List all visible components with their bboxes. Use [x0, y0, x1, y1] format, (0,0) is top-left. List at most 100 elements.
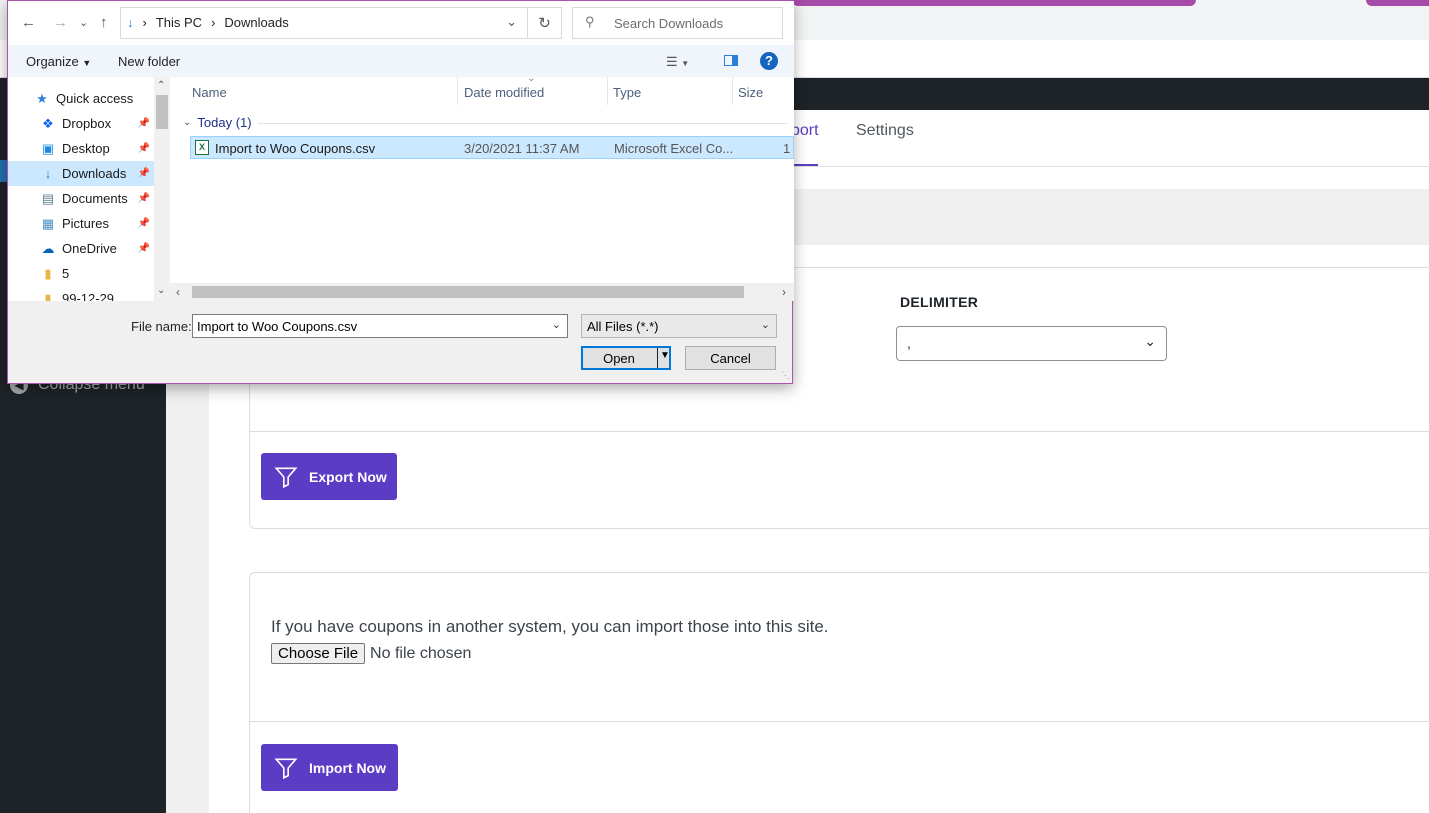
organize-button[interactable]: Organize ▼ — [26, 54, 91, 69]
breadcrumb-separator-icon: › — [211, 15, 216, 30]
file-name-field[interactable]: Import to Woo Coupons.csv ⌄ — [192, 314, 568, 338]
new-folder-button[interactable]: New folder — [118, 54, 180, 69]
pin-icon: 📌 — [137, 218, 150, 229]
pin-icon: 📌 — [137, 143, 150, 154]
export-now-button[interactable]: Export Now — [261, 453, 397, 500]
import-now-button[interactable]: Import Now — [261, 744, 398, 791]
column-separator[interactable] — [732, 77, 733, 105]
scrollbar-thumb[interactable] — [192, 286, 744, 298]
arrow-up-icon[interactable]: ↑ — [100, 14, 108, 31]
file-list-horizontal-scrollbar[interactable]: ‹ › — [170, 283, 794, 301]
breadcrumb-downloads[interactable]: Downloads — [224, 15, 288, 30]
open-button[interactable]: Open ▼ — [581, 346, 671, 370]
browser-tab[interactable] — [792, 0, 1196, 6]
sidebar-item-dropbox[interactable]: ❖ Dropbox 📌 — [8, 111, 154, 136]
navigation-pane: ★ Quick access ❖ Dropbox 📌 ▣ Desktop 📌 ↓… — [8, 77, 154, 301]
file-type-select[interactable]: All Files (*.*) ⌄ — [581, 314, 777, 338]
scroll-down-icon[interactable]: ⌄ — [157, 285, 165, 296]
sidebar-item-pictures[interactable]: ▦ Pictures 📌 — [8, 211, 154, 236]
column-separator[interactable] — [607, 77, 608, 105]
sidebar-item-onedrive[interactable]: ☁ OneDrive 📌 — [8, 236, 154, 261]
open-button-label: Open — [603, 351, 635, 366]
tab-import[interactable]: port — [791, 122, 819, 140]
sidebar-item-folder-99-12-29[interactable]: ▮ 99-12-29 — [8, 286, 154, 302]
arrow-right-icon[interactable]: → — [53, 14, 68, 31]
delimiter-value: , — [907, 335, 911, 351]
delimiter-label: DELIMITER — [900, 294, 979, 310]
address-bar[interactable]: ↓ › This PC › Downloads ⌄ — [120, 7, 528, 39]
browser-tab[interactable] — [1366, 0, 1429, 6]
delimiter-select[interactable]: , ⌄ — [896, 326, 1167, 361]
dropbox-icon: ❖ — [42, 115, 54, 131]
file-name-label: File name: — [131, 319, 192, 334]
split-divider — [657, 348, 658, 368]
preview-pane-icon[interactable] — [724, 55, 738, 66]
resize-grip-icon[interactable]: ⋱ — [781, 370, 790, 381]
sidebar-item-desktop[interactable]: ▣ Desktop 📌 — [8, 136, 154, 161]
search-icon: ⚲ — [585, 14, 595, 29]
column-header-date-modified[interactable]: Date modified — [464, 85, 544, 100]
card-divider — [250, 431, 1429, 432]
recent-locations-chevron-icon[interactable]: ⌄ — [79, 16, 88, 29]
star-icon: ★ — [36, 90, 48, 106]
refresh-button[interactable]: ↻ — [528, 7, 562, 39]
documents-icon: ▤ — [41, 190, 55, 206]
caret-down-icon: ▼ — [82, 58, 92, 68]
breadcrumb-separator-icon: › — [142, 15, 147, 30]
chevron-down-icon[interactable]: ⌄ — [506, 14, 517, 30]
scrollbar-thumb[interactable] — [156, 95, 168, 129]
file-size: 1 — [783, 141, 791, 156]
chevron-down-icon[interactable]: ⌄ — [552, 318, 561, 331]
chevron-down-icon: ⌄ — [1144, 333, 1156, 349]
scroll-left-icon[interactable]: ‹ — [176, 285, 180, 299]
cancel-button[interactable]: Cancel — [685, 346, 776, 370]
navigation-pane-scrollbar[interactable]: ⌃ ⌄ — [154, 77, 170, 301]
nav-item-label: OneDrive — [62, 241, 117, 256]
choose-file-button[interactable]: Choose File — [271, 643, 366, 664]
pin-icon: 📌 — [137, 243, 150, 254]
funnel-icon — [274, 758, 298, 779]
import-card: If you have coupons in another system, y… — [249, 572, 1429, 813]
cloud-icon: ☁ — [41, 240, 55, 256]
group-divider — [258, 123, 788, 124]
column-header-type[interactable]: Type — [613, 85, 641, 100]
breadcrumb-this-pc[interactable]: This PC — [156, 15, 202, 30]
arrow-left-icon[interactable]: ← — [21, 14, 36, 31]
download-icon: ↓ — [44, 166, 52, 181]
scroll-right-icon[interactable]: › — [782, 285, 786, 299]
caret-down-icon[interactable]: ▼ — [660, 350, 670, 361]
file-name: Import to Woo Coupons.csv — [215, 141, 376, 156]
file-list: Name ⌄ Date modified Type Size ⌄ Today (… — [170, 73, 794, 301]
help-icon[interactable]: ? — [760, 52, 778, 70]
sidebar-item-quick-access[interactable]: ★ Quick access — [8, 86, 154, 111]
folder-icon: ▮ — [44, 265, 52, 281]
column-header-size[interactable]: Size — [738, 85, 763, 100]
sidebar-item-folder-5[interactable]: ▮ 5 — [8, 261, 154, 286]
dialog-toolbar: Organize ▼ New folder ☰ ▼ ? — [8, 45, 794, 77]
group-label: Today (1) — [197, 115, 252, 130]
tab-settings[interactable]: Settings — [856, 122, 914, 140]
search-input[interactable]: ⚲ Search Downloads — [572, 7, 783, 39]
nav-item-label: 5 — [62, 266, 70, 281]
chevron-down-icon: ⌄ — [183, 117, 192, 128]
dialog-nav-bar: ← → ⌄ ↑ ↓ › This PC › Downloads ⌄ ↻ ⚲ Se… — [8, 1, 794, 45]
group-header-today[interactable]: ⌄ Today (1) — [183, 115, 252, 130]
file-name-value: Import to Woo Coupons.csv — [197, 319, 358, 334]
column-header-name[interactable]: Name — [192, 85, 227, 100]
pin-icon: 📌 — [137, 193, 150, 204]
nav-item-label: Documents — [62, 191, 128, 206]
file-date: 3/20/2021 11:37 AM — [464, 141, 580, 156]
pictures-icon: ▦ — [41, 215, 55, 231]
pin-icon: 📌 — [137, 168, 150, 179]
organize-label: Organize — [26, 54, 79, 69]
sort-indicator-icon: ⌄ — [527, 73, 536, 84]
sidebar-item-downloads[interactable]: ↓ Downloads 📌 — [8, 161, 154, 186]
table-row[interactable]: X Import to Woo Coupons.csv 3/20/2021 11… — [190, 136, 794, 159]
change-view-icon[interactable]: ☰ ▼ — [666, 54, 689, 70]
column-separator[interactable] — [457, 77, 458, 105]
nav-item-label: 99-12-29 — [62, 291, 115, 301]
search-placeholder: Search Downloads — [614, 16, 724, 31]
file-input: Choose File No file chosen — [271, 643, 471, 664]
scroll-up-icon[interactable]: ⌃ — [157, 80, 165, 91]
sidebar-item-documents[interactable]: ▤ Documents 📌 — [8, 186, 154, 211]
